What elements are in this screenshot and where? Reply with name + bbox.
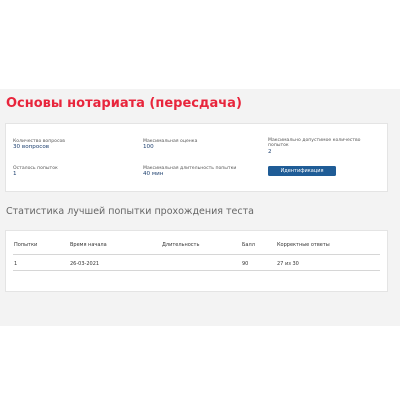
column-header-start-time: Время начала [70,242,107,248]
attempts-left-value: 1 [13,171,17,178]
max-attempts-label: Максимально допустимое количество попыто… [268,138,361,149]
table-header-divider [13,254,380,255]
identification-button[interactable]: Идентификация [268,166,336,176]
max-attempts-value: 2 [268,148,272,155]
attempts-left-label: Осталось попыток [13,166,58,171]
attempts-left-field: Осталось попыток 1 [13,166,58,178]
column-header-attempts: Попытки [14,242,38,248]
cell-score: 90 [242,261,249,267]
max-score-value: 100 [143,144,154,151]
column-header-score: Балл [242,242,255,248]
column-header-duration: Длительность [162,242,200,248]
stats-table-card [5,230,388,292]
test-info-card [5,123,388,192]
questions-count-field: Количество вопросов 30 вопросов [13,139,65,151]
max-attempts-field: Максимально допустимое количество попыто… [268,138,363,155]
max-duration-value: 40 мин [143,171,164,178]
table-row-divider [13,270,380,271]
max-duration-field: Максимальная длительность попытки 40 мин [143,166,236,178]
max-score-field: Максимальная оценка 100 [143,139,197,151]
cell-attempt: 1 [14,261,18,267]
column-header-correct-answers: Корректные ответы [277,242,330,248]
page-title: Основы нотариата (пересдача) [6,96,242,111]
questions-count-value: 30 вопросов [13,144,50,151]
cell-correct-answers: 27 из 30 [277,261,299,267]
cell-start-time: 26-03-2021 [70,261,100,267]
stats-heading: Статистика лучшей попытки прохождения те… [6,206,254,217]
